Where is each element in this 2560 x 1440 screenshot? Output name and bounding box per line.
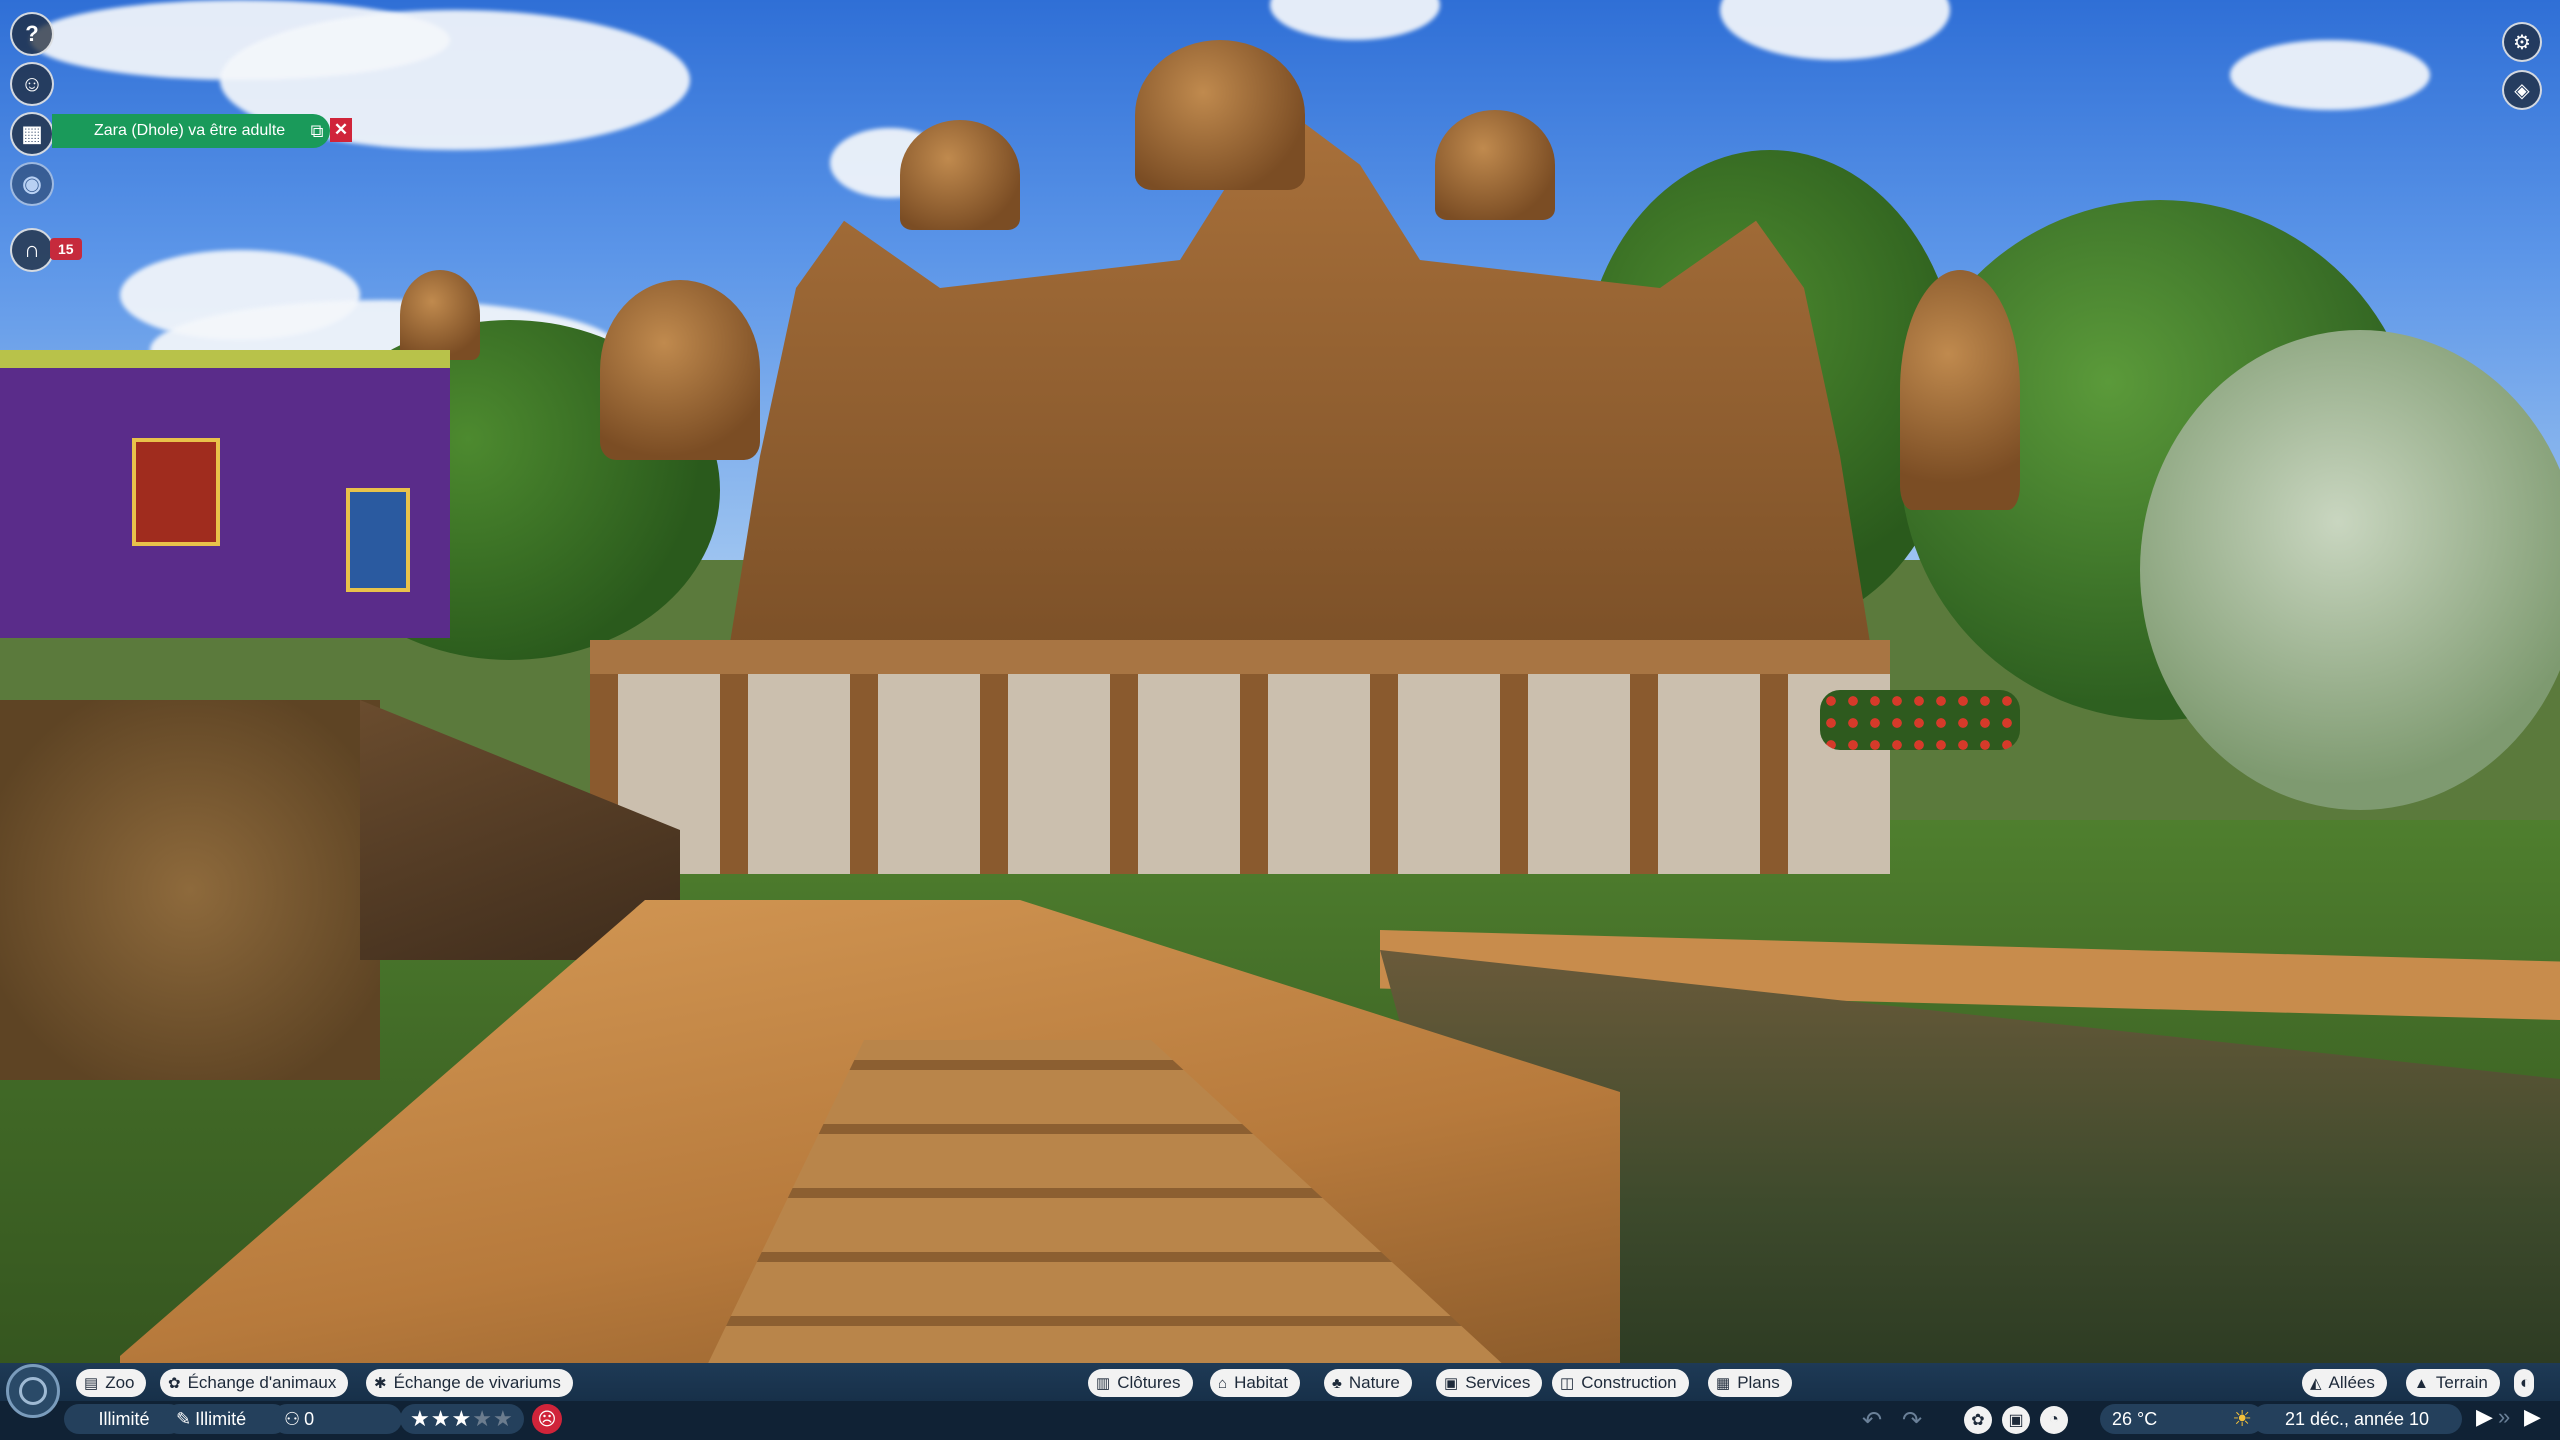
fast-forward-icon[interactable]: » [2498,1404,2510,1430]
bug-icon: ✱ [374,1375,387,1392]
tab-label: Services [1465,1373,1531,1392]
shop-icon: ▣ [1444,1375,1459,1392]
palace-dome [1135,40,1305,190]
sad-face-icon[interactable]: ☹ [532,1404,562,1434]
tab-habitat[interactable]: ⌂ Habitat [1210,1369,1300,1397]
external-link-icon[interactable]: ⧉ [304,121,330,142]
overlay-button[interactable]: ◐ [2514,1369,2534,1397]
flower-bed [1820,690,2020,750]
tab-construction[interactable]: ◫ Construction [1552,1369,1689,1397]
fastest-icon[interactable]: ▶ [2524,1404,2541,1430]
colonnade [590,640,1890,874]
background-tower [600,280,760,460]
tab-zoo[interactable]: ▤ Zoo [76,1369,147,1397]
settings-gear-icon[interactable]: ⚙ [2502,22,2542,62]
tab-terrain[interactable]: ▲ Terrain [2406,1369,2500,1397]
tab-services[interactable]: ▣ Services [1436,1369,1543,1397]
cloud [2230,40,2430,110]
notification-banner[interactable]: Zara (Dhole) va être adulte ⧉ [52,114,330,148]
tab-fences[interactable]: ▥ Clôtures [1088,1369,1193,1397]
close-icon[interactable]: ✕ [330,118,352,142]
menu-button[interactable] [6,1364,60,1418]
star-full-icon: ★ [430,1406,452,1431]
zoo-rating[interactable]: ★ ★ ★ ★ ★ [400,1404,524,1434]
tab-label: Nature [1348,1373,1400,1392]
palace-dome [900,120,1020,230]
fence-icon: ▥ [1096,1375,1111,1392]
calendar-icon[interactable]: ▦ [10,112,54,156]
zookeeper-icon[interactable]: ☺ [10,62,54,106]
guests-icon: ⚇ [284,1408,301,1429]
research-display[interactable]: ✎ Illimité [164,1404,288,1434]
research-value: Illimité [195,1408,247,1429]
notification-text: Zara (Dhole) va être adulte [94,122,286,139]
tab-paths[interactable]: ◭ Allées [2302,1369,2387,1397]
camera-mode-icon[interactable]: ✿ [1964,1406,1992,1434]
tab-nature[interactable]: ♣ Nature [1324,1369,1412,1397]
guests-value: 0 [304,1408,315,1429]
overlay-icon: ◐ [2520,1373,2531,1392]
camera-icon[interactable]: ◈ [2502,70,2542,110]
star-empty-icon: ★ [472,1406,493,1431]
photo-mode-icon[interactable]: ▣ [2002,1406,2030,1434]
money-value: Illimité [98,1408,150,1429]
tab-vivarium-exchange[interactable]: ✱ Échange de vivariums [366,1369,573,1397]
tab-label: Échange de vivariums [393,1373,561,1392]
help-icon[interactable]: ? [10,12,54,56]
weather-display[interactable]: 26 °C ☀ [2100,1404,2264,1434]
pencil-icon: ✎ [176,1408,192,1429]
terrain-icon: ▲ [2414,1374,2429,1392]
temperature: 26 °C [2112,1408,2158,1429]
date-value: 21 déc., année 10 [2284,1408,2430,1429]
visibility-icon[interactable]: ◉ [10,162,54,206]
date-display[interactable]: 21 déc., année 10 [2252,1404,2462,1434]
guests-display[interactable]: ⚇ 0 [272,1404,402,1434]
game-viewport[interactable] [0,0,2560,1440]
tab-label: Allées [2328,1373,2375,1392]
blueprint-icon: ▦ [1716,1375,1731,1392]
tab-plans[interactable]: ▦ Plans [1708,1369,1792,1397]
path-icon: ◭ [2310,1375,2322,1392]
sun-icon: ☀ [2232,1406,2252,1431]
time-icon[interactable]: ◔ [2040,1406,2068,1434]
guest-count-badge: 15 [50,238,82,260]
menu-icon [19,1377,47,1405]
tab-label: Terrain [2435,1373,2488,1392]
play-icon[interactable]: ▶ [2476,1404,2493,1430]
star-full-icon: ★ [410,1406,431,1431]
paw-icon: ✿ [168,1375,181,1392]
elephant-poster [346,488,410,592]
tab-label: Habitat [1234,1373,1288,1392]
tab-label: Construction [1581,1373,1677,1392]
tab-label: Plans [1737,1373,1780,1392]
background-tower [400,270,480,360]
palace-dome [1435,110,1555,220]
zoo-icon: ▤ [84,1375,99,1392]
star-empty-icon: ★ [492,1406,514,1431]
tree [2140,330,2560,810]
construction-icon: ◫ [1560,1375,1575,1392]
redo-icon[interactable]: ↷ [1902,1406,1922,1435]
background-tower [1900,270,2020,510]
tab-label: Échange d'animaux [187,1373,337,1392]
elephant-poster [132,438,220,546]
star-half-icon: ★ [451,1406,473,1431]
tab-label: Clôtures [1117,1373,1181,1392]
carved-wall [0,700,380,1080]
undo-icon[interactable]: ↶ [1862,1406,1882,1435]
habitat-icon: ⌂ [1218,1374,1228,1392]
tab-label: Zoo [105,1373,135,1392]
guests-icon[interactable]: ∩ [10,228,54,272]
tab-animal-exchange[interactable]: ✿ Échange d'animaux [160,1369,349,1397]
tree-icon: ♣ [1332,1374,1342,1392]
